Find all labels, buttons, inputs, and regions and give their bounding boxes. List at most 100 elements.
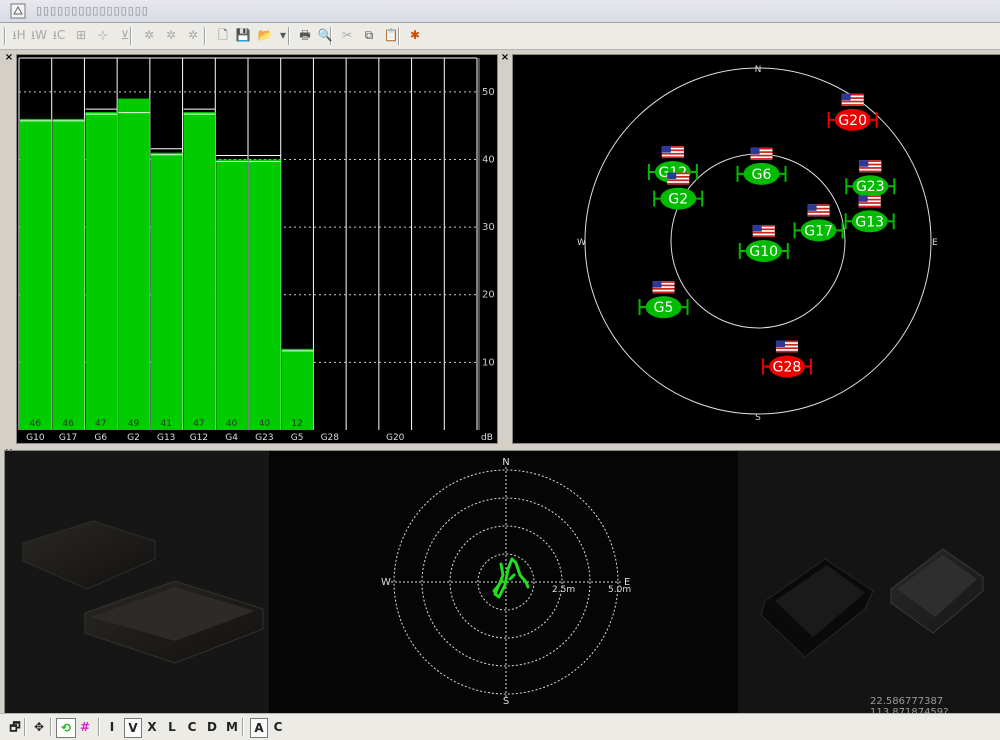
satellite-marker[interactable]: G20 [827,93,878,131]
snr-value-label: 41 [160,419,171,429]
window-title: ▯▯▯▯▯▯▯▯▯▯▯▯▯▯▯▯ [36,4,149,17]
satellite-marker[interactable]: G13 [844,195,895,233]
snr-bar [85,112,118,430]
settings-gear-1-icon[interactable]: ✲ [140,26,158,44]
snr-bar [281,348,314,430]
save-icon[interactable]: 💾 [234,26,252,44]
copy-icon[interactable]: ⧉ [360,26,378,44]
snr-value-label: 46 [30,419,42,429]
y-tick-label: 30 [482,222,495,233]
toolbar-separator [98,718,100,736]
position-track [492,557,530,599]
background-photo-right [738,451,1000,713]
grid-split-icon[interactable]: ⊻ [116,26,134,44]
snr-bar [249,159,281,431]
dropdown-arrow-icon[interactable]: ▾ [274,26,292,44]
snr-value-label: 47 [193,419,204,429]
compass-west: W [577,238,586,248]
grid-add-icon[interactable]: ⊞ [72,26,90,44]
us-flag-icon [661,146,684,159]
snr-value-label: 40 [226,419,238,429]
toolbar-separator [24,718,26,736]
satellite-label: G6 [94,433,107,443]
y-axis-unit: dB [481,433,493,443]
compass-north: N [502,457,509,468]
y-tick-label: 10 [482,357,495,368]
snr-bar [118,98,150,430]
satellite-marker[interactable]: G23 [845,160,896,198]
snr-bar [183,112,216,430]
satellite-label: G13 [157,433,175,443]
satellite-id: G23 [856,179,885,195]
satellite-label: G10 [26,433,45,443]
compass-north: N [755,65,762,75]
trail-icon[interactable]: ⟲ [56,718,76,738]
satellite-label: G2 [127,433,140,443]
skyplot-panel: NSEWG20G12G6G23G2G17G13G10G5G28 [512,54,1000,444]
view-toggle-x-button[interactable]: X [144,718,160,736]
snr-value-label: 47 [95,419,106,429]
view-toggle-c-button[interactable]: C [184,718,200,736]
print-icon[interactable]: 🖶 [296,26,314,44]
open-folder-icon[interactable]: 📂 [256,26,274,44]
us-flag-icon [667,172,690,185]
close-icon[interactable]: × [4,52,14,63]
satellite-id: G6 [752,167,772,183]
y-tick-label: 20 [482,290,495,301]
settings-gear-2-icon[interactable]: ✲ [162,26,180,44]
y-tick-label: 50 [482,87,495,98]
view-toggle-v-button[interactable]: V [124,718,142,738]
view-toggle-m-button[interactable]: M [224,718,240,736]
satellite-marker[interactable]: G28 [761,340,812,378]
view-toggle-a-button[interactable]: A [250,718,268,738]
compass-south: S [503,696,509,707]
satellite-id: G17 [804,223,833,239]
satellite-marker[interactable]: G6 [736,147,787,185]
satellite-id: G13 [855,214,884,230]
satellite-skyplot: NSEWG20G12G6G23G2G17G13G10G5G28 [577,65,938,423]
satellite-id: G2 [668,192,688,208]
satellite-marker[interactable]: G10 [738,224,789,262]
background-photo-left [5,451,269,713]
us-flag-icon [841,93,864,106]
new-file-icon[interactable]: 🗋 [214,26,232,44]
snr-value-label: 12 [291,419,302,429]
us-flag-icon [807,204,830,217]
satellite-marker[interactable]: G17 [793,204,844,242]
satellite-label: G17 [59,433,77,443]
satellite-id: G20 [838,113,867,129]
view-toggle-l-button[interactable]: L [164,718,180,736]
satellite-id: G28 [773,359,802,375]
settings-gear-3-icon[interactable]: ✲ [184,26,202,44]
snr-bar [52,118,85,430]
ring-label-2.5m: 2.5m [552,585,575,595]
satellite-marker[interactable]: G5 [638,281,689,319]
hold-h-icon[interactable]: ⭳H [10,26,28,44]
title-bar: ▯▯▯▯▯▯▯▯▯▯▯▯▯▯▯▯ [0,0,1000,23]
position-scatter: N S E W 2.5m 5.0m [5,451,1000,713]
view-toggle-d-button[interactable]: D [204,718,220,736]
ring-label-5.0m: 5.0m [608,585,631,595]
hold-c-icon[interactable]: ⭳C [50,26,68,44]
grid-move-icon[interactable]: ⊹ [94,26,112,44]
about-icon[interactable]: ✱ [406,26,424,44]
view-toggle-i-button[interactable]: I [104,718,120,736]
compass-east: E [932,238,938,248]
satellite-label: G12 [190,433,208,443]
properties-icon[interactable]: 🗗 [6,718,24,736]
snr-bar-chart: 10 20 30 40 50 46 46 47 49 41 47 40 40 12 G10 G17 G6 G2 G1… [17,57,497,443]
hold-w-icon[interactable]: ⭳W [30,26,48,44]
us-flag-icon [858,195,881,208]
print-preview-icon[interactable]: 🔍 [316,26,334,44]
grid-toggle-icon[interactable]: # [76,718,94,736]
paste-icon[interactable]: 📋 [382,26,400,44]
us-flag-icon [775,340,798,353]
close-icon[interactable]: × [500,52,510,63]
pan-icon[interactable]: ✥ [30,718,48,736]
satellite-label: G28 [321,433,340,443]
snr-bar [150,152,183,430]
view-toggle-c-button[interactable]: C [270,718,286,736]
cut-icon[interactable]: ✂ [338,26,356,44]
satellite-label: G4 [225,433,238,443]
toolbar-separator [204,27,206,45]
